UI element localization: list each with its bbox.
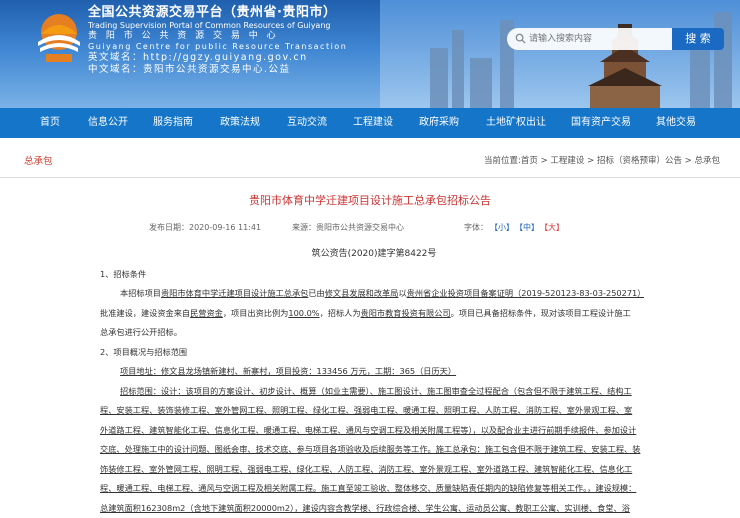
article-source: 来源：贵阳市公共资源交易中心 bbox=[292, 222, 404, 233]
search-input[interactable] bbox=[529, 30, 667, 48]
logo-icon bbox=[34, 10, 84, 66]
paragraph-line: 交底、处理施工中的设计问题、图纸会审、技术交底、参与项目各项验收及后续服务等工作… bbox=[100, 440, 644, 460]
paragraph-line: 程、安装工程、装饰装修工程、室外管网工程、照明工程、绿化工程、强弱电工程、暖通工… bbox=[100, 401, 644, 421]
paragraph-line: 总建筑面积162308m2（含地下建筑面积20000m2），建设内容含教学楼、行… bbox=[100, 499, 644, 518]
building bbox=[452, 30, 464, 108]
nav-item-construction[interactable]: 工程建设 bbox=[353, 108, 393, 138]
paragraph-line: 饰装修工程、室外管网工程、照明工程、强弱电工程、绿化工程、人防工程、消防工程、室… bbox=[100, 460, 644, 480]
breadcrumb-path[interactable]: 首页 > 工程建设 > 招标（资格预审）公告 > 总承包 bbox=[521, 156, 720, 166]
portal-title-block: 全国公共资源交易平台（贵州省·贵阳市） Trading Supervision … bbox=[88, 5, 347, 76]
org-name-en: Guiyang Centre for public Resource Trans… bbox=[88, 42, 347, 52]
font-small-button[interactable]: 【小】 bbox=[490, 222, 514, 233]
article-body: 筑公资告(2020)建字第8422号 1、招标条件 本招标项目贵阳市体育中学迁建… bbox=[104, 245, 644, 518]
nav-item-land[interactable]: 土地矿权出让 bbox=[486, 108, 546, 138]
domain-en: 英文域名：http://ggzy.guiyang.gov.cn bbox=[88, 52, 347, 64]
font-size-label: 字体： bbox=[464, 222, 488, 233]
nav-item-info[interactable]: 信息公开 bbox=[88, 108, 128, 138]
font-large-button[interactable]: 【大】 bbox=[540, 222, 564, 233]
nav-item-procurement[interactable]: 政府采购 bbox=[419, 108, 459, 138]
nav-item-other[interactable]: 其他交易 bbox=[656, 108, 696, 138]
nav-item-home[interactable]: 首页 bbox=[40, 108, 60, 138]
paragraph-line: 批准建设，建设资金来自民营资金，项目出资比例为100.0%，招标人为贵阳市教育投… bbox=[100, 304, 644, 324]
portal-title-en: Trading Supervision Portal of Common Res… bbox=[88, 21, 347, 31]
paragraph-line: 本招标项目贵阳市体育中学迁建项目设计施工总承包已由修文县发展和改革局以贵州省企业… bbox=[104, 284, 644, 304]
building bbox=[714, 12, 732, 108]
section-heading: 1、招标条件 bbox=[100, 265, 644, 285]
section-title: 总承包 bbox=[24, 153, 53, 167]
paragraph-line: 外道路工程、建筑智能化工程、信息化工程、暖通工程、电梯工程、通风与空调工程及相关… bbox=[100, 421, 644, 441]
article-title: 贵阳市体育中学迁建项目设计施工总承包招标公告 bbox=[0, 192, 740, 208]
paragraph-line: 总承包进行公开招标。 bbox=[100, 323, 644, 343]
paragraph-line: 程、暖通工程、电梯工程、通风与空调工程及相关附属工程。施工直至竣工验收、整体移交… bbox=[100, 479, 644, 499]
section-heading: 2、项目概况与招标范围 bbox=[100, 343, 644, 363]
nav-item-assets[interactable]: 国有资产交易 bbox=[571, 108, 631, 138]
search-button[interactable]: 搜 索 bbox=[672, 28, 724, 50]
search-box bbox=[507, 28, 672, 50]
paragraph-line: 招标范围：设计：该项目的方案设计、初步设计、概算（如业主需要）、施工图设计、施工… bbox=[104, 382, 644, 402]
org-name-cn: 贵 阳 市 公 共 资 源 交 易 中 心 bbox=[88, 31, 347, 42]
breadcrumb: 当前位置:首页 > 工程建设 > 招标（资格预审）公告 > 总承包 bbox=[484, 154, 720, 166]
search-icon bbox=[515, 33, 526, 44]
nav-item-policy[interactable]: 政策法规 bbox=[220, 108, 260, 138]
header-banner: 全国公共资源交易平台（贵州省·贵阳市） Trading Supervision … bbox=[0, 0, 740, 108]
building bbox=[470, 58, 492, 108]
building bbox=[430, 48, 448, 108]
main-nav: 首页 信息公开 服务指南 政策法规 互动交流 工程建设 政府采购 土地矿权出让 … bbox=[0, 108, 740, 138]
nav-item-service[interactable]: 服务指南 bbox=[153, 108, 193, 138]
publish-date: 发布日期：2020-09-16 11:41 bbox=[149, 222, 261, 233]
nav-item-interact[interactable]: 互动交流 bbox=[287, 108, 327, 138]
document-number: 筑公资告(2020)建字第8422号 bbox=[104, 245, 644, 265]
portal-title-cn: 全国公共资源交易平台（贵州省·贵阳市） bbox=[88, 5, 347, 21]
paragraph-line: 项目地址：修文县龙场镇新建村、新寨村，项目投资：133456 万元，工期：365… bbox=[104, 362, 644, 382]
font-medium-button[interactable]: 【中】 bbox=[515, 222, 539, 233]
breadcrumb-prefix: 当前位置: bbox=[484, 156, 521, 166]
domain-cn: 中文域名：贵阳市公共资源交易中心.公益 bbox=[88, 64, 347, 76]
